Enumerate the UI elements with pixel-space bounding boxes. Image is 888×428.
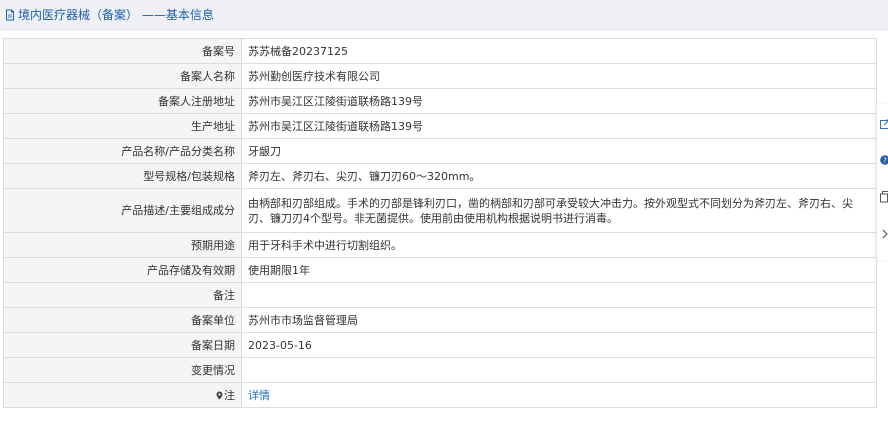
field-value: 苏州市吴江区江陵街道联杨路139号 — [241, 88, 877, 114]
field-value: 由柄部和刃部组成。手术的刃部是锋利刃口，凿的柄部和刃部可承受较大冲击力。按外观型… — [241, 188, 877, 233]
field-label: 预期用途 — [3, 232, 242, 258]
table-row: 备案单位 苏州市市场监督管理局 — [3, 307, 877, 333]
field-label: 备案单位 — [3, 307, 242, 333]
table-row: 型号规格/包装规格 斧刃左、斧刃右、尖刃、镰刀刃60～320mm。 — [3, 163, 877, 189]
page-title-bar: 境内医疗器械（备案） ——基本信息 — [0, 0, 888, 30]
field-label: 变更情况 — [3, 357, 242, 383]
table-row: 产品描述/主要组成成分 由柄部和刃部组成。手术的刃部是锋利刃口，凿的柄部和刃部可… — [3, 188, 877, 233]
table-row: 产品存储及有效期 使用期限1年 — [3, 257, 877, 283]
basic-info-table: 备案号 苏苏械备20237125 备案人名称 苏州勤创医疗技术有限公司 备案人注… — [3, 38, 877, 408]
field-label: 备案人名称 — [3, 63, 242, 89]
field-label: 注 — [224, 388, 235, 402]
field-value — [241, 357, 877, 383]
table-row: 备案人名称 苏州勤创医疗技术有限公司 — [3, 63, 877, 89]
table-row: 备案人注册地址 苏州市吴江区江陵街道联杨路139号 — [3, 88, 877, 114]
table-row: 注 详情 — [3, 382, 877, 408]
table-row: 生产地址 苏州市吴江区江陵街道联杨路139号 — [3, 113, 877, 139]
side-toolbar: ? — [876, 104, 888, 260]
field-value: 苏州市市场监督管理局 — [241, 307, 877, 333]
document-icon — [4, 9, 16, 21]
field-label: 备案号 — [3, 38, 242, 64]
field-label: 产品名称/产品分类名称 — [3, 138, 242, 164]
table-row: 备案日期 2023-05-16 — [3, 332, 877, 358]
svg-text:?: ? — [883, 157, 887, 165]
field-value: 使用期限1年 — [241, 257, 877, 283]
field-label: 备案人注册地址 — [3, 88, 242, 114]
note-label-cell: 注 — [3, 382, 242, 408]
field-value: 斧刃左、斧刃右、尖刃、镰刀刃60～320mm。 — [241, 163, 877, 189]
table-row: 变更情况 — [3, 357, 877, 383]
field-value-cell: 详情 — [241, 382, 877, 408]
field-label: 备案日期 — [3, 332, 242, 358]
field-value: 苏州市吴江区江陵街道联杨路139号 — [241, 113, 877, 139]
field-value: 牙龈刀 — [241, 138, 877, 164]
field-label: 产品描述/主要组成成分 — [3, 188, 242, 233]
table-row: 预期用途 用于牙科手术中进行切割组织。 — [3, 232, 877, 258]
field-value — [241, 282, 877, 308]
table-row: 备案号 苏苏械备20237125 — [3, 38, 877, 64]
field-label: 生产地址 — [3, 113, 242, 139]
chevron-right-icon[interactable] — [880, 228, 888, 242]
share-icon[interactable] — [880, 118, 888, 132]
field-value: 苏苏械备20237125 — [241, 38, 877, 64]
pin-icon — [216, 389, 223, 399]
field-label: 型号规格/包装规格 — [3, 163, 242, 189]
copy-icon[interactable] — [880, 191, 888, 205]
help-icon[interactable]: ? — [880, 154, 888, 168]
field-value: 苏州勤创医疗技术有限公司 — [241, 63, 877, 89]
details-link[interactable]: 详情 — [248, 389, 270, 402]
field-value: 2023-05-16 — [241, 332, 877, 358]
table-row: 产品名称/产品分类名称 牙龈刀 — [3, 138, 877, 164]
field-value: 用于牙科手术中进行切割组织。 — [241, 232, 877, 258]
page-title: 境内医疗器械（备案） ——基本信息 — [18, 8, 214, 22]
table-row: 备注 — [3, 282, 877, 308]
field-label: 备注 — [3, 282, 242, 308]
field-label: 产品存储及有效期 — [3, 257, 242, 283]
